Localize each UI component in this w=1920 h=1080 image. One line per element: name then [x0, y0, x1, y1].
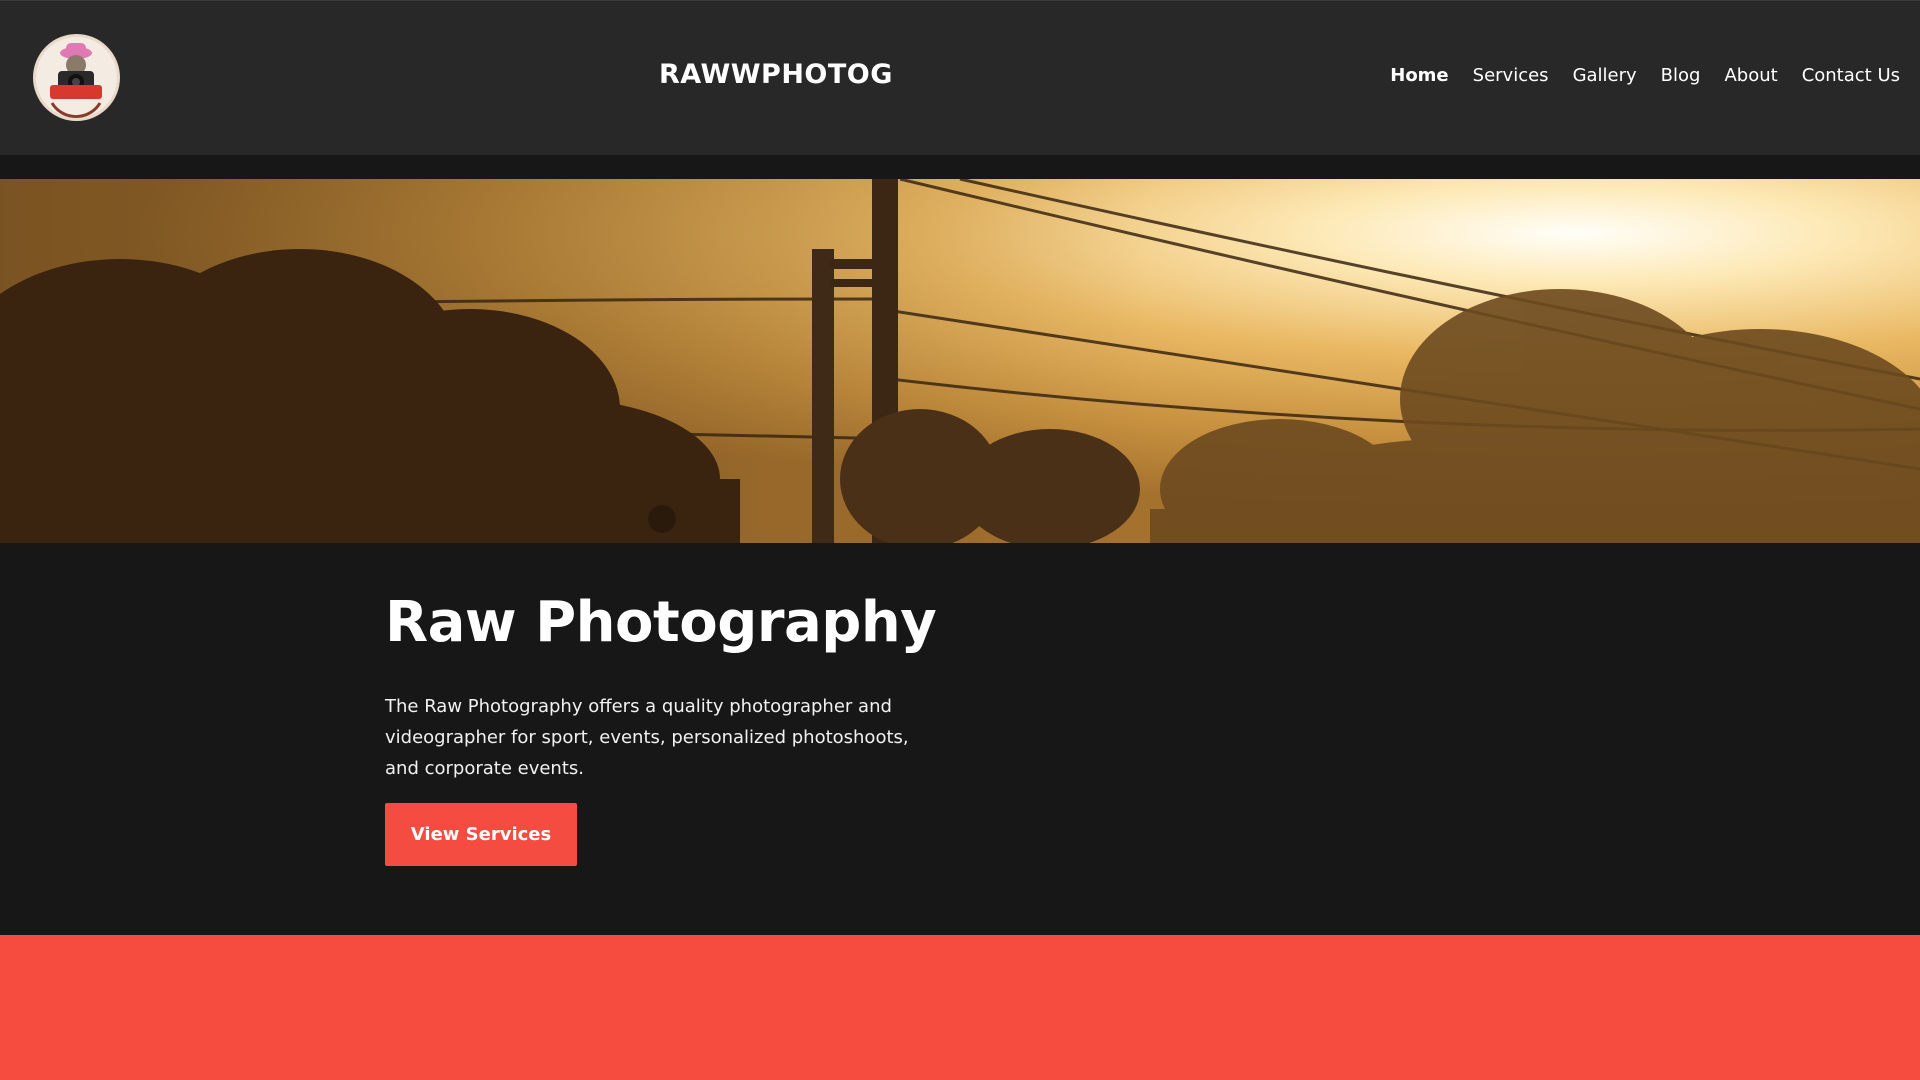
- accent-section-band: [0, 935, 1920, 1080]
- hero-heading: Raw Photography: [385, 590, 937, 655]
- nav-home[interactable]: Home: [1390, 65, 1448, 86]
- nav-contact-us[interactable]: Contact Us: [1802, 65, 1900, 86]
- view-services-button[interactable]: View Services: [385, 803, 577, 866]
- nav-gallery[interactable]: Gallery: [1573, 65, 1637, 86]
- site-header: RAWWPHOTOG Home Services Gallery Blog Ab…: [0, 0, 1920, 155]
- nav-about[interactable]: About: [1724, 65, 1777, 86]
- nav-blog[interactable]: Blog: [1661, 65, 1701, 86]
- camera-mascot-icon: [36, 37, 117, 118]
- hero-content: Raw Photography The Raw Photography offe…: [385, 590, 985, 784]
- hero-description: The Raw Photography offers a quality pho…: [385, 696, 909, 779]
- hero-sunset-image: [0, 179, 1920, 543]
- site-title[interactable]: RAWWPHOTOG: [659, 59, 893, 90]
- nav-services[interactable]: Services: [1473, 65, 1549, 86]
- site-logo[interactable]: [33, 34, 120, 121]
- main-nav: Home Services Gallery Blog About Contact…: [1366, 65, 1900, 86]
